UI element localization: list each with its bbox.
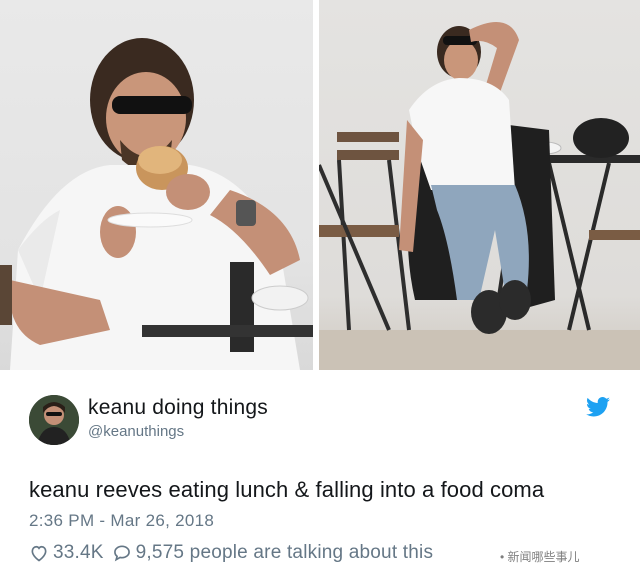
- heart-icon: [31, 545, 47, 562]
- avatar-image: [29, 395, 79, 445]
- like-action[interactable]: 33.4K: [29, 542, 104, 564]
- photo-collage: [0, 0, 640, 372]
- tweet-actions: 33.4K 9,575 people are talking about thi…: [29, 540, 441, 566]
- tweet-text: keanu reeves eating lunch & falling into…: [29, 477, 545, 502]
- tweet-timestamp[interactable]: 2:36 PM - Mar 26, 2018: [29, 511, 214, 531]
- avatar[interactable]: [29, 395, 79, 445]
- watermark: • 新闻哪些事儿: [500, 550, 580, 564]
- photo-food-coma: [319, 0, 640, 370]
- user-handle[interactable]: @keanuthings: [88, 423, 184, 440]
- reply-action[interactable]: 9,575 people are talking about this: [112, 542, 434, 564]
- speech-bubble-icon: [113, 545, 130, 562]
- like-count: 33.4K: [53, 542, 104, 563]
- talking-count: 9,575 people are talking about this: [135, 542, 434, 563]
- twitter-bird-icon[interactable]: [586, 397, 610, 417]
- display-name[interactable]: keanu doing things: [88, 396, 268, 420]
- photo-eating-lunch: [0, 0, 313, 370]
